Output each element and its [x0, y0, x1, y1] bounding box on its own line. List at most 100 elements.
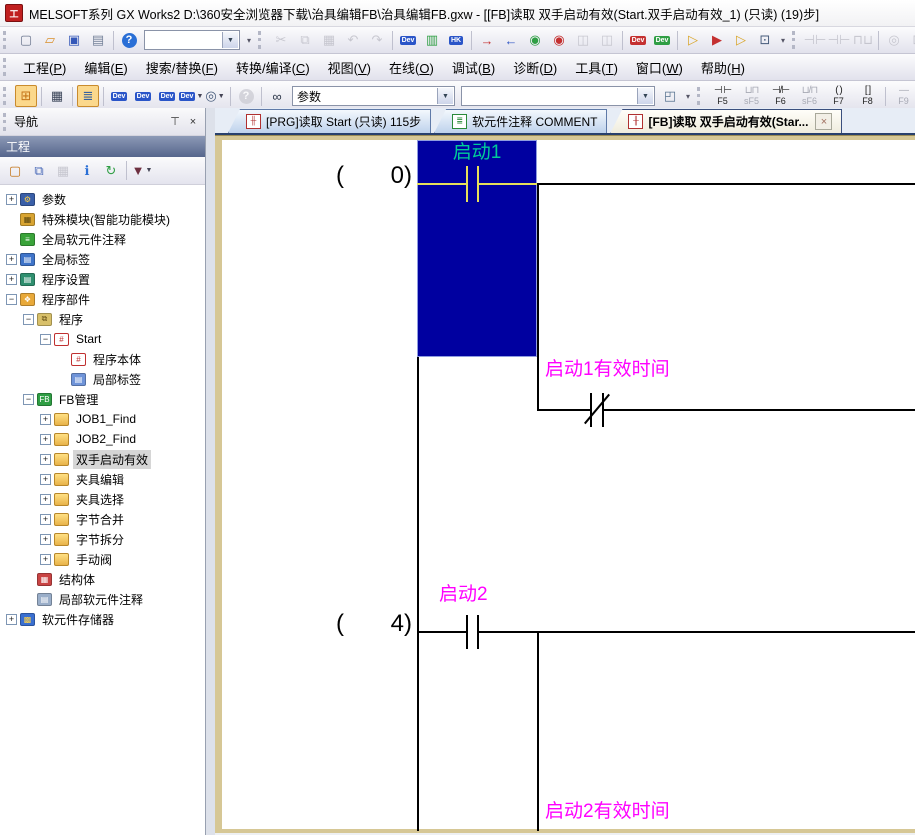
toolbar-grip[interactable] — [3, 58, 10, 76]
tree-expander-icon[interactable]: + — [40, 434, 51, 445]
tree-item-双手启动有效[interactable]: +双手启动有效 — [0, 449, 205, 469]
tree-item-全局软元件注释[interactable]: ≡全局软元件注释 — [0, 229, 205, 249]
coil-f7-button[interactable]: ( )F7 — [825, 83, 852, 109]
tree-item-程序[interactable]: −⧉程序 — [0, 309, 205, 329]
toolbar-grip[interactable] — [3, 31, 10, 49]
device-module-view-button[interactable]: Dev — [156, 85, 178, 107]
menu-item-f[interactable]: 搜索/替换(F) — [137, 54, 227, 81]
monitor-pulse-button[interactable]: ⊓⊔ — [852, 29, 874, 51]
open-contact-symbol[interactable] — [466, 615, 468, 649]
open-contact-f5-button[interactable]: ⊣ ⊢F5 — [709, 83, 736, 109]
toolbar-overflow-button[interactable]: ▾ — [682, 85, 694, 107]
toolbar-grip[interactable] — [792, 31, 799, 49]
tab-document-2[interactable]: ≣软元件注释 COMMENT — [434, 109, 607, 133]
tree-expander-icon[interactable]: − — [23, 394, 34, 405]
tab-document-1[interactable]: ╫[PRG]读取 Start (只读) 115步 — [228, 109, 431, 133]
monitor-stop-button[interactable]: ◉ — [548, 29, 570, 51]
tree-item-程序部件[interactable]: −❖程序部件 — [0, 289, 205, 309]
tree-item-软元件存储器[interactable]: +▩软元件存储器 — [0, 609, 205, 629]
tree-item-夹具选择[interactable]: +夹具选择 — [0, 489, 205, 509]
tree-expander-icon[interactable]: − — [40, 334, 51, 345]
tree-expander-icon[interactable]: + — [6, 194, 17, 205]
chevron-down-icon[interactable]: ▼ — [437, 88, 453, 104]
copy-button[interactable]: ⧉ — [294, 29, 316, 51]
close-icon[interactable]: × — [185, 114, 201, 130]
menu-item-d[interactable]: 诊断(D) — [504, 54, 566, 81]
device-test2-button[interactable]: ◎▼ — [204, 85, 226, 107]
device-test-button[interactable]: Dev — [627, 29, 649, 51]
tree-item-程序设置[interactable]: +▤程序设置 — [0, 269, 205, 289]
panel-splitter[interactable] — [206, 108, 215, 835]
project-tree-toggle-button[interactable]: ⊞ — [15, 85, 37, 107]
tree-item-全局标签[interactable]: +▤全局标签 — [0, 249, 205, 269]
ladder-find-button[interactable]: ◎ — [883, 29, 905, 51]
open-contact-symbol[interactable] — [477, 615, 479, 649]
tree-expander-icon[interactable]: + — [6, 274, 17, 285]
menu-item-t[interactable]: 工具(T) — [566, 54, 627, 81]
menu-item-w[interactable]: 窗口(W) — [627, 54, 692, 81]
open-contact-symbol[interactable] — [477, 166, 479, 202]
list-view-button[interactable]: ≣ — [77, 85, 99, 107]
monitor-lock-button[interactable]: ⊡ — [754, 29, 776, 51]
menu-item-c[interactable]: 转换/编译(C) — [227, 54, 319, 81]
module-configuration-button[interactable]: ▦ — [46, 85, 68, 107]
tree-expander-icon[interactable]: + — [40, 534, 51, 545]
ladder-canvas[interactable] — [222, 140, 915, 829]
tree-expander-icon[interactable]: − — [23, 314, 34, 325]
print-button[interactable]: ▤ — [87, 29, 109, 51]
tree-expander-icon[interactable]: + — [40, 494, 51, 505]
tree-expander-icon[interactable]: + — [6, 614, 17, 625]
new-project-button[interactable]: ▢ — [15, 29, 37, 51]
open-contact-symbol[interactable] — [466, 166, 468, 202]
context-help-button[interactable]: ? — [235, 85, 257, 107]
tree-expander-icon[interactable]: + — [40, 514, 51, 525]
menu-item-e[interactable]: 编辑(E) — [75, 54, 136, 81]
tree-item-参数[interactable]: +⚙参数 — [0, 189, 205, 209]
verify-button[interactable]: ◰ — [659, 85, 681, 107]
find-button[interactable]: ∞ — [266, 85, 288, 107]
copy-data-button[interactable]: ⧉ — [28, 160, 50, 182]
tree-item-字节合并[interactable]: +字节合并 — [0, 509, 205, 529]
tree-item-JOB2_Find[interactable]: +JOB2_Find — [0, 429, 205, 449]
panel-grip[interactable] — [3, 113, 10, 131]
toolbar-grip[interactable] — [3, 87, 10, 105]
tree-item-程序本体[interactable]: #程序本体 — [0, 349, 205, 369]
toolbar-grip[interactable] — [258, 31, 265, 49]
monitor-write-button[interactable]: ⊡ — [907, 29, 915, 51]
tree-item-局部软元件注释[interactable]: ▤局部软元件注释 — [0, 589, 205, 609]
data-property-button[interactable]: ℹ — [76, 160, 98, 182]
toolbar-grip[interactable] — [697, 87, 704, 105]
cut-button[interactable]: ✂ — [270, 29, 292, 51]
menu-item-h[interactable]: 帮助(H) — [692, 54, 754, 81]
find-target-combo[interactable]: 参数▼ — [292, 86, 455, 106]
device-list-view-button[interactable]: Dev — [132, 85, 154, 107]
tree-item-结构体[interactable]: ▦结构体 — [0, 569, 205, 589]
toolbar-overflow-button[interactable]: ▾ — [777, 29, 789, 51]
tree-expander-icon[interactable]: − — [6, 294, 17, 305]
tree-item-局部标签[interactable]: ▤局部标签 — [0, 369, 205, 389]
monitor-step-button[interactable]: ◫ — [596, 29, 618, 51]
help-button[interactable]: ? — [118, 29, 140, 51]
undo-button[interactable]: ↶ — [342, 29, 364, 51]
statement-jump-button[interactable]: ▷ — [682, 29, 704, 51]
tab-document-3[interactable]: ╫[FB]读取 双手启动有效(Star...× — [610, 109, 842, 133]
toolbar-overflow-button[interactable]: ▾ — [243, 29, 255, 51]
tree-item-字节拆分[interactable]: +字节拆分 — [0, 529, 205, 549]
chevron-down-icon[interactable]: ▼ — [637, 88, 653, 104]
pin-icon[interactable]: ⊤ — [167, 114, 183, 130]
tree-expander-icon[interactable]: + — [40, 414, 51, 425]
tree-expander-icon[interactable]: + — [6, 254, 17, 265]
menu-item-v[interactable]: 视图(V) — [319, 54, 380, 81]
note-jump-button[interactable]: ▶ — [706, 29, 728, 51]
monitor-contact-off-button[interactable]: ⊣⊢ — [828, 29, 850, 51]
find-keyword-combo[interactable]: ▼ — [461, 86, 655, 106]
device-comment-view-button[interactable]: Dev — [108, 85, 130, 107]
closed-branch-sf6-button[interactable]: ⊔/⊓sF6 — [796, 83, 823, 109]
tree-expander-icon[interactable]: + — [40, 454, 51, 465]
closed-contact-f6-button[interactable]: ⊣/⊢F6 — [767, 83, 794, 109]
tree-expander-icon[interactable]: + — [40, 474, 51, 485]
new-data-button[interactable]: ▢ — [4, 160, 26, 182]
write-to-plc-button[interactable]: → — [476, 29, 498, 51]
ladder-monitor-button[interactable]: ▥ — [421, 29, 443, 51]
tree-item-JOB1_Find[interactable]: +JOB1_Find — [0, 409, 205, 429]
